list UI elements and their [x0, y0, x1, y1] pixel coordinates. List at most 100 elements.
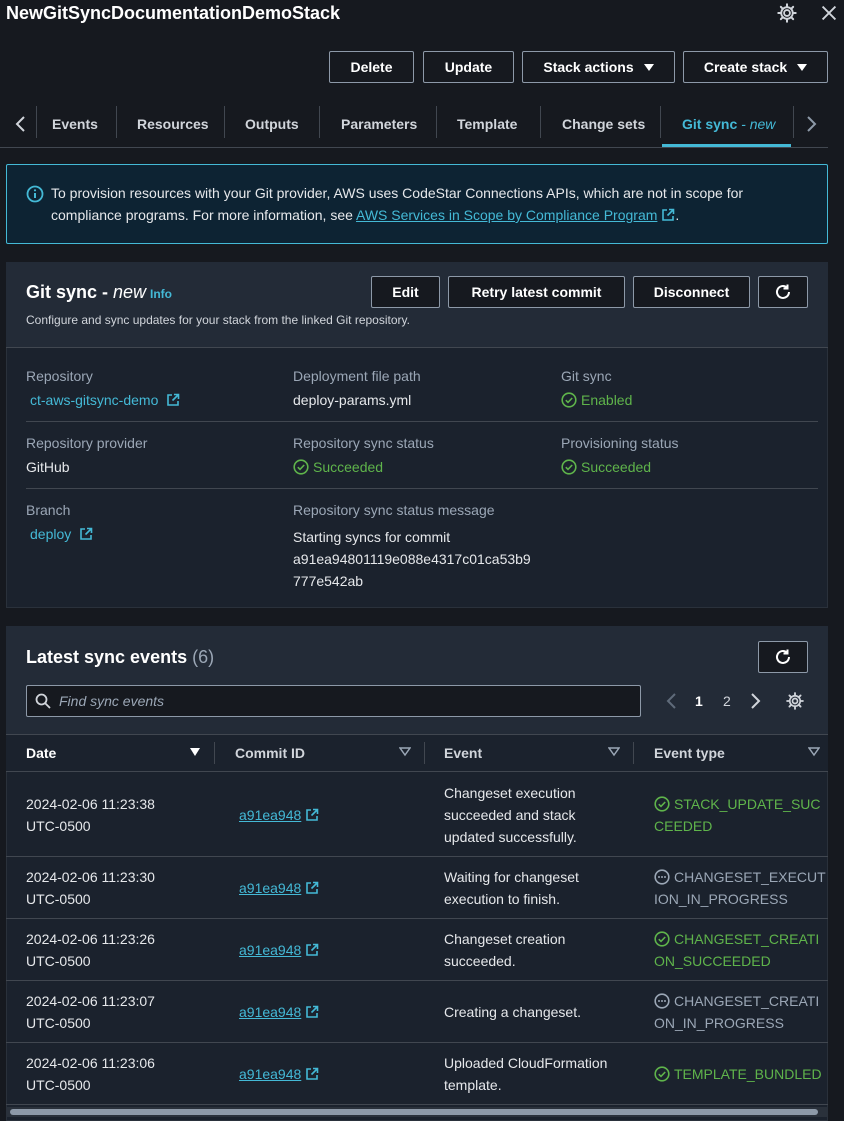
- delete-button[interactable]: Delete: [329, 51, 414, 83]
- event-line: Changeset creation: [444, 931, 566, 947]
- refresh-events-button[interactable]: [758, 641, 808, 673]
- commit-link[interactable]: a91ea948: [239, 1063, 319, 1085]
- repository-provider-label: Repository provider: [26, 435, 148, 451]
- edit-button[interactable]: Edit: [371, 276, 440, 308]
- active-tab-indicator: [662, 144, 791, 147]
- column-date[interactable]: Date: [26, 745, 56, 761]
- provisioning-status: Succeeded: [561, 459, 651, 475]
- settings-gear-icon[interactable]: [785, 691, 805, 711]
- event-type-cell: STACK_UPDATE_SUC CEEDED: [654, 793, 821, 837]
- event-line: Waiting for changeset: [444, 869, 579, 885]
- event-type-line: ON_IN_PROGRESS: [654, 1015, 784, 1031]
- sync-message-line: Starting syncs for commit: [293, 529, 451, 545]
- tab-change-sets[interactable]: Change sets: [562, 100, 645, 147]
- update-button[interactable]: Update: [423, 51, 514, 83]
- commit-link[interactable]: a91ea948: [239, 877, 319, 899]
- repository-link[interactable]: ct-aws-gitsync-demo: [30, 392, 180, 408]
- sync-events-title-text: Latest sync events: [26, 647, 188, 667]
- provisioning-status-value: Succeeded: [581, 459, 652, 475]
- git-sync-title-text: Git sync -: [26, 282, 114, 302]
- chevron-left-icon[interactable]: [14, 100, 28, 147]
- page-1[interactable]: 1: [695, 693, 703, 709]
- event-type-line: ION_IN_PROGRESS: [654, 891, 788, 907]
- commit-link[interactable]: a91ea948: [239, 1001, 319, 1023]
- date-cell: 2024-02-06 11:23:38 UTC-0500: [26, 793, 155, 837]
- sort-icon[interactable]: [399, 747, 411, 757]
- sort-icon[interactable]: [608, 747, 620, 757]
- retry-latest-commit-button[interactable]: Retry latest commit: [448, 276, 625, 308]
- sync-message-line: 777e542ab: [293, 573, 364, 589]
- repository-sync-status-value: Succeeded: [313, 459, 384, 475]
- column-event-type[interactable]: Event type: [654, 745, 725, 761]
- gear-icon[interactable]: [776, 2, 800, 24]
- column-event[interactable]: Event: [444, 745, 482, 761]
- event-type-cell: TEMPLATE_BUNDLED: [654, 1063, 822, 1085]
- event-line: succeeded.: [444, 953, 516, 969]
- date-cell: 2024-02-06 11:23:07 UTC-0500: [26, 990, 155, 1034]
- git-sync-description: Configure and sync updates for your stac…: [26, 313, 410, 327]
- event-cell: Uploaded CloudFormation template.: [444, 1052, 607, 1096]
- sync-events-count: (6): [192, 647, 215, 667]
- edit-button-label: Edit: [392, 284, 419, 300]
- branch-value: deploy: [30, 526, 72, 542]
- git-sync-label: Git sync: [561, 368, 612, 384]
- git-sync-status: Enabled: [561, 392, 632, 408]
- event-type-cell: CHANGESET_CREATI ON_IN_PROGRESS: [654, 990, 819, 1034]
- disconnect-button[interactable]: Disconnect: [633, 276, 750, 308]
- event-type-line: ON_SUCCEEDED: [654, 953, 771, 969]
- external-link-icon: [305, 943, 319, 957]
- sync-message-label: Repository sync status message: [293, 502, 495, 518]
- tab-events[interactable]: Events: [52, 100, 98, 147]
- external-link-icon: [305, 1005, 319, 1019]
- tab-parameters[interactable]: Parameters: [341, 100, 417, 147]
- git-sync-status-value: Enabled: [581, 392, 633, 408]
- date-line: 2024-02-06 11:23:30: [26, 869, 155, 885]
- repository-label: Repository: [26, 368, 93, 384]
- close-icon[interactable]: [818, 2, 842, 24]
- event-cell: Waiting for changeset execution to finish…: [444, 866, 579, 910]
- stack-actions-button[interactable]: Stack actions: [522, 51, 675, 83]
- event-type-line: TEMPLATE_BUNDLED: [674, 1066, 822, 1082]
- repository-sync-status-label: Repository sync status: [293, 435, 434, 451]
- refresh-button[interactable]: [758, 276, 808, 308]
- date-line: 2024-02-06 11:23:07: [26, 993, 155, 1009]
- column-commit-id[interactable]: Commit ID: [235, 745, 305, 761]
- sort-icon[interactable]: [808, 747, 820, 757]
- page-2[interactable]: 2: [723, 693, 731, 709]
- search-icon: [35, 693, 51, 709]
- commit-id: a91ea948: [239, 942, 302, 958]
- tab-template[interactable]: Template: [457, 100, 517, 147]
- check-circle-icon: [561, 392, 577, 408]
- commit-link[interactable]: a91ea948: [239, 939, 319, 961]
- scrollbar-thumb[interactable]: [10, 1109, 818, 1115]
- external-link-icon: [79, 527, 93, 541]
- caret-down-icon: [797, 63, 808, 71]
- next-page-icon[interactable]: [748, 692, 762, 710]
- deployment-path-value: deploy-params.yml: [293, 392, 412, 408]
- timezone-line: UTC-0500: [26, 953, 91, 969]
- event-cell: Creating a changeset.: [444, 1001, 581, 1023]
- commit-id: a91ea948: [239, 807, 302, 823]
- commit-link[interactable]: a91ea948: [239, 804, 319, 826]
- tab-outputs[interactable]: Outputs: [245, 100, 299, 147]
- sync-events-header: [6, 626, 828, 734]
- refresh-icon: [774, 283, 792, 301]
- event-line: Uploaded CloudFormation: [444, 1055, 608, 1071]
- branch-link[interactable]: deploy: [30, 526, 93, 542]
- info-link[interactable]: Info: [150, 287, 172, 301]
- date-cell: 2024-02-06 11:23:30 UTC-0500: [26, 866, 155, 910]
- date-cell: 2024-02-06 11:23:06 UTC-0500: [26, 1052, 155, 1096]
- git-sync-title: Git sync - new: [26, 282, 146, 303]
- previous-page-icon[interactable]: [665, 692, 679, 710]
- provisioning-status-label: Provisioning status: [561, 435, 679, 451]
- branch-label: Branch: [26, 502, 71, 518]
- compliance-link[interactable]: AWS Services in Scope by Compliance Prog…: [356, 207, 657, 223]
- sort-descending-icon[interactable]: [190, 748, 200, 756]
- create-stack-button[interactable]: Create stack: [683, 51, 828, 83]
- tab-resources[interactable]: Resources: [137, 100, 209, 147]
- info-icon: [26, 185, 44, 203]
- chevron-right-icon[interactable]: [804, 100, 818, 147]
- tab-git-sync[interactable]: Git sync - new: [682, 100, 775, 147]
- event-cell: Changeset execution succeeded and stack up…: [444, 782, 577, 848]
- create-stack-label: Create stack: [703, 59, 788, 75]
